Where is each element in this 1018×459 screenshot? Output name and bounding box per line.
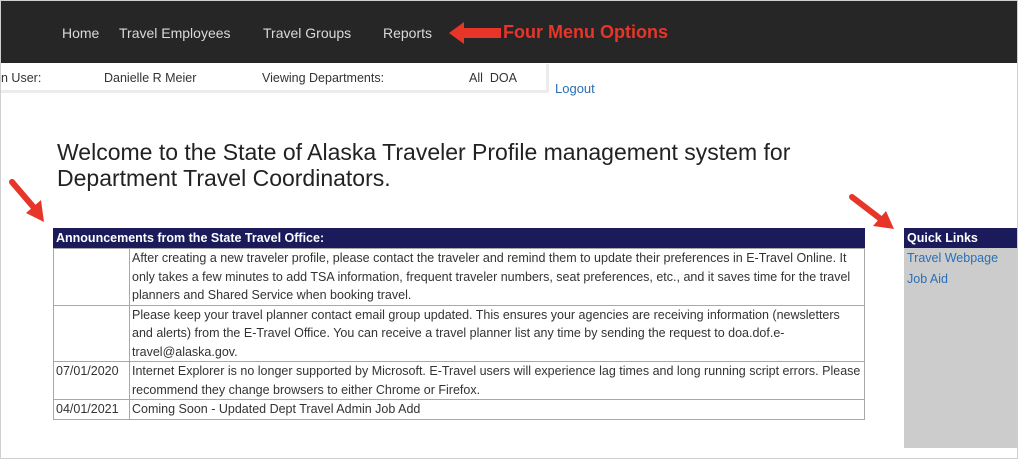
announcements-table: After creating a new traveler profile, p…	[53, 248, 865, 420]
table-row: After creating a new traveler profile, p…	[53, 248, 865, 306]
announcement-text: After creating a new traveler profile, p…	[129, 248, 865, 306]
table-row: 07/01/2020 Internet Explorer is no longe…	[53, 361, 865, 400]
pointer-arrow-annotation-icon	[9, 179, 44, 222]
nav-travel-groups[interactable]: Travel Groups	[263, 25, 351, 41]
nav-travel-employees[interactable]: Travel Employees	[119, 25, 231, 41]
quick-links-panel: Quick Links Travel Webpage Job Aid	[904, 228, 1017, 448]
table-row: 04/01/2021 Coming Soon - Updated Dept Tr…	[53, 399, 865, 420]
departments-label: Viewing Departments:	[262, 71, 385, 85]
announcement-text: Internet Explorer is no longer supported…	[129, 361, 865, 400]
announcement-text: Please keep your travel planner contact …	[129, 304, 865, 362]
pointer-arrow-annotation-icon	[849, 194, 894, 229]
left-arrow-annotation-icon	[449, 22, 501, 44]
quick-links-title: Quick Links	[904, 228, 1017, 248]
top-nav-bar: Home Travel Employees Travel Groups Repo…	[1, 1, 1017, 63]
travel-webpage-link[interactable]: Travel Webpage	[904, 248, 1017, 269]
announcement-text: Coming Soon - Updated Dept Travel Admin …	[129, 399, 865, 420]
departments-value: All DOA	[469, 71, 517, 85]
logout-link[interactable]: Logout	[555, 81, 595, 96]
announcement-date: 07/01/2020	[53, 361, 130, 400]
user-name: Danielle R Meier	[104, 71, 197, 85]
nav-reports[interactable]: Reports	[383, 25, 432, 41]
nav-home[interactable]: Home	[62, 25, 99, 41]
announcement-date: 04/01/2021	[53, 399, 130, 420]
menu-options-callout: Four Menu Options	[503, 22, 668, 42]
announcement-date	[53, 304, 130, 362]
job-aid-link[interactable]: Job Aid	[904, 269, 1017, 290]
announcements-panel: Announcements from the State Travel Offi…	[53, 228, 865, 420]
announcement-date	[53, 248, 130, 306]
user-label: n User:	[1, 71, 42, 85]
welcome-heading: Welcome to the State of Alaska Traveler …	[57, 139, 791, 191]
announcements-title: Announcements from the State Travel Offi…	[53, 228, 865, 248]
table-row: Please keep your travel planner contact …	[53, 304, 865, 362]
user-info-bar: n User: Danielle R Meier Viewing Departm…	[1, 64, 549, 93]
